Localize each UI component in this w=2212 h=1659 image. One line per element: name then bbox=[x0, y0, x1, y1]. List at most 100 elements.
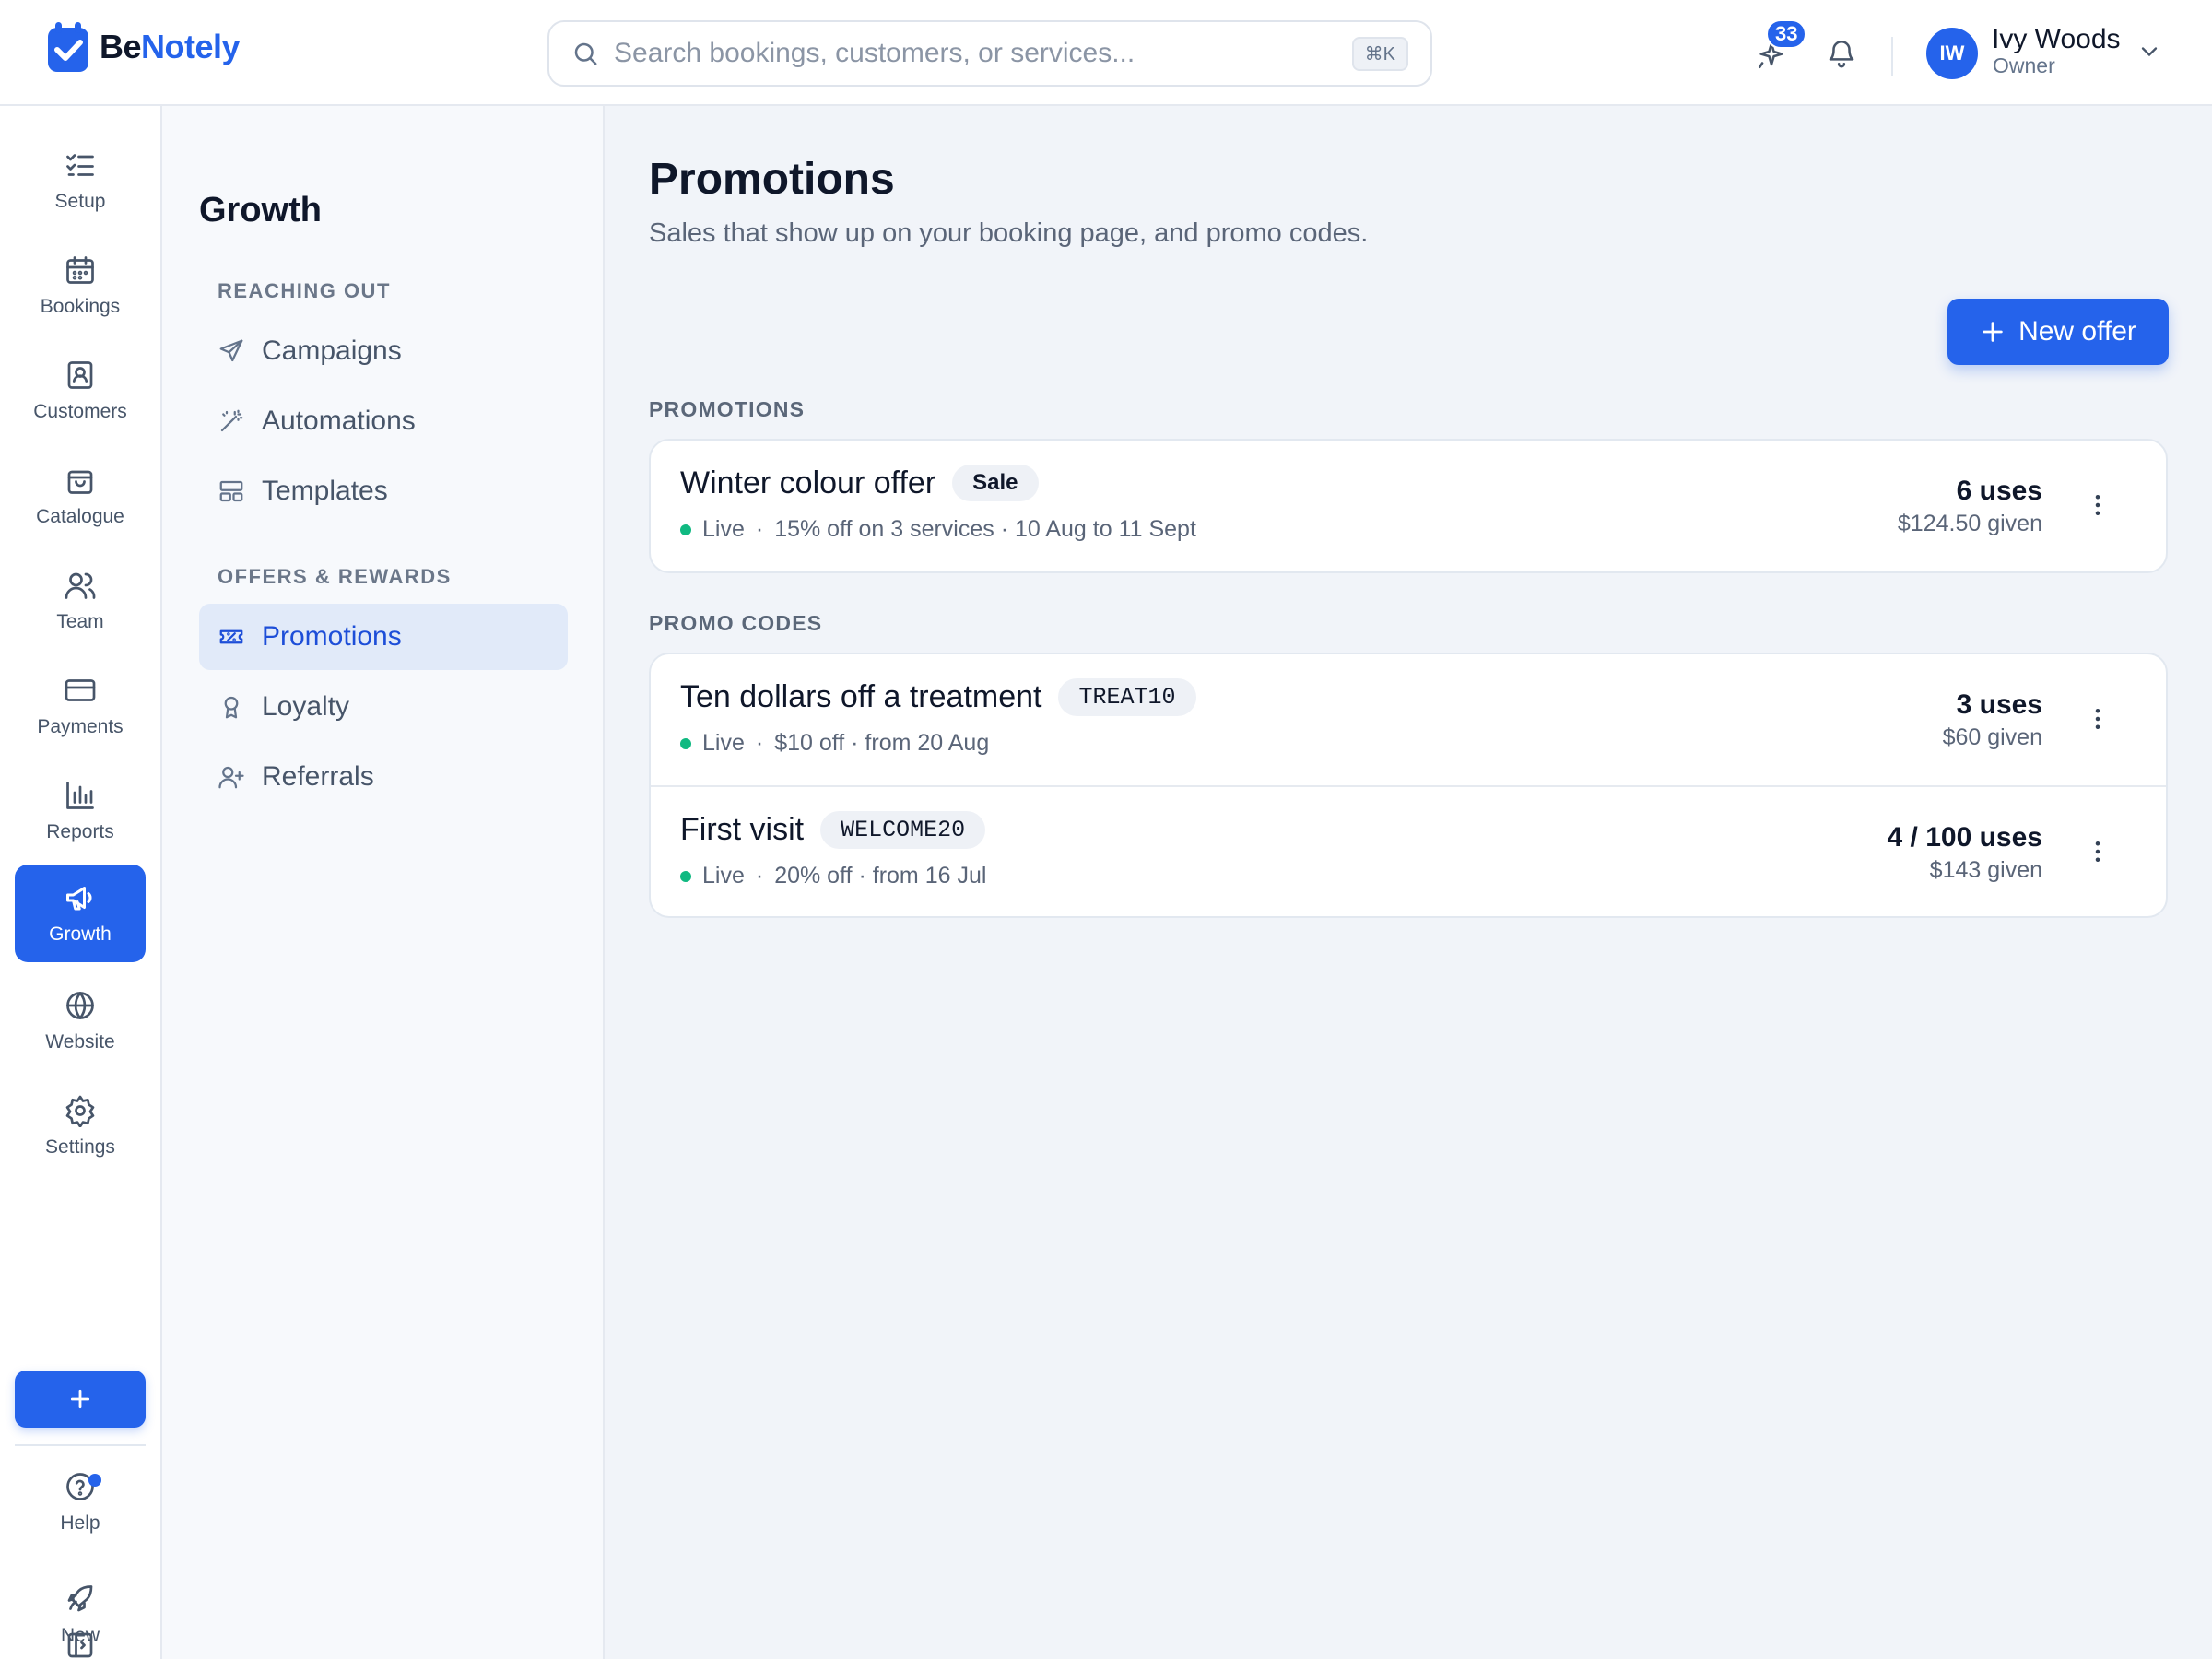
plus-icon bbox=[70, 1389, 90, 1409]
rail-item-setup[interactable]: Setup bbox=[15, 132, 146, 229]
group-label-offers-rewards: OFFERS & REWARDS bbox=[218, 565, 452, 588]
subnav-title: Growth bbox=[199, 191, 322, 229]
bar-chart-icon bbox=[66, 782, 94, 809]
sidebar-toggle-icon bbox=[67, 1632, 93, 1658]
promo-code-details: 20% off · from 16 Jul bbox=[774, 863, 987, 888]
ticket-icon bbox=[219, 629, 243, 644]
promo-code-row[interactable]: Ten dollars off a treatment TREAT10 Live… bbox=[651, 654, 2166, 785]
rail-item-label: Catalogue bbox=[36, 506, 124, 527]
promo-codes-card: Ten dollars off a treatment TREAT10 Live… bbox=[649, 653, 2168, 918]
rail-item-label: Reports bbox=[46, 821, 114, 842]
subnav-item-templates[interactable]: Templates bbox=[199, 458, 568, 524]
rail-item-label: Growth bbox=[49, 924, 112, 945]
subnav-item-promotions[interactable]: Promotions bbox=[199, 604, 568, 670]
promotion-given: $124.50 given bbox=[1897, 511, 2042, 536]
credit-card-icon bbox=[65, 679, 96, 701]
main-content: Promotions Sales that show up on your bo… bbox=[605, 106, 2212, 1659]
main-nav-rail: Setup Bookings Customers Catalogue Team … bbox=[0, 106, 162, 1659]
search-bar[interactable]: ⌘K bbox=[547, 20, 1432, 87]
subnav-item-label: Loyalty bbox=[262, 691, 350, 722]
rail-item-team[interactable]: Team bbox=[15, 552, 146, 650]
rail-item-label: Setup bbox=[54, 191, 106, 212]
rail-item-bookings[interactable]: Bookings bbox=[15, 237, 146, 335]
quick-add-button[interactable] bbox=[15, 1371, 146, 1428]
row-more-button[interactable] bbox=[2079, 833, 2116, 870]
section-label-promotions: PROMOTIONS bbox=[649, 397, 806, 421]
user-name[interactable]: Ivy Woods bbox=[1992, 24, 2121, 55]
bell-icon bbox=[1829, 41, 1854, 68]
promo-code-badge: WELCOME20 bbox=[820, 811, 986, 849]
rail-item-settings[interactable]: Settings bbox=[15, 1077, 146, 1175]
promotion-uses: 6 uses bbox=[1956, 476, 2042, 506]
brand-logo[interactable]: BeNotely bbox=[46, 20, 241, 74]
rail-item-label: Payments bbox=[37, 716, 124, 737]
rail-item-reports[interactable]: Reports bbox=[15, 762, 146, 860]
users-icon bbox=[65, 572, 96, 599]
search-icon bbox=[574, 42, 597, 65]
promotions-card: Winter colour offer Sale Live · 15% off … bbox=[649, 439, 2168, 573]
promo-code-uses: 3 uses bbox=[1956, 689, 2042, 720]
logo-text: BeNotely bbox=[100, 28, 241, 65]
rail-item-label: Help bbox=[60, 1512, 100, 1534]
promotion-type-badge: Sale bbox=[952, 465, 1039, 501]
rail-item-label: Team bbox=[56, 611, 104, 632]
user-avatar[interactable]: IW bbox=[1926, 28, 1978, 79]
rocket-icon bbox=[67, 1585, 93, 1612]
promo-code-status: Live bbox=[702, 863, 745, 888]
rail-item-payments[interactable]: Payments bbox=[15, 657, 146, 755]
promo-code-row[interactable]: First visit WELCOME20 Live · 20% off · f… bbox=[651, 785, 2166, 916]
globe-icon bbox=[66, 992, 94, 1019]
notifications-button[interactable] bbox=[1818, 29, 1865, 77]
logo-icon bbox=[48, 22, 88, 72]
more-vertical-icon bbox=[2095, 709, 2100, 729]
promotion-title: Winter colour offer bbox=[680, 465, 936, 500]
user-plus-icon bbox=[218, 766, 244, 789]
header-divider bbox=[1891, 37, 1893, 76]
live-status-dot bbox=[680, 737, 691, 749]
live-status-dot bbox=[680, 870, 691, 882]
meta-separator: · bbox=[755, 863, 764, 888]
bag-icon bbox=[67, 470, 93, 494]
collapse-sidebar-button[interactable] bbox=[15, 1618, 146, 1659]
send-icon bbox=[219, 339, 243, 362]
promo-code-uses: 4 / 100 uses bbox=[1887, 822, 2042, 853]
new-offer-button[interactable]: New offer bbox=[1947, 299, 2169, 365]
new-indicator-dot bbox=[88, 1474, 101, 1487]
rail-item-catalogue[interactable]: Catalogue bbox=[15, 447, 146, 545]
rail-item-help[interactable]: Help bbox=[15, 1453, 146, 1551]
subnav-item-label: Campaigns bbox=[262, 335, 402, 366]
rail-item-customers[interactable]: Customers bbox=[15, 342, 146, 440]
rail-divider bbox=[15, 1444, 146, 1446]
subnav-item-automations[interactable]: Automations bbox=[199, 388, 568, 454]
meta-separator: · bbox=[755, 516, 764, 542]
award-icon bbox=[224, 696, 239, 719]
rail-item-growth[interactable]: Growth bbox=[15, 865, 146, 962]
rail-item-website[interactable]: Website bbox=[15, 972, 146, 1070]
page-title: Promotions bbox=[649, 155, 895, 204]
subnav-item-label: Templates bbox=[262, 476, 388, 506]
subnav-item-label: Automations bbox=[262, 406, 416, 436]
more-vertical-icon bbox=[2095, 495, 2100, 515]
subnav-item-campaigns[interactable]: Campaigns bbox=[199, 318, 568, 384]
promotion-row[interactable]: Winter colour offer Sale Live · 15% off … bbox=[651, 441, 2166, 571]
user-role: Owner bbox=[1993, 53, 2055, 77]
more-vertical-icon bbox=[2095, 841, 2100, 862]
whats-new-badge: 33 bbox=[1766, 19, 1807, 49]
chevron-down-icon[interactable] bbox=[2136, 39, 2162, 65]
row-more-button[interactable] bbox=[2079, 487, 2116, 524]
subnav-item-loyalty[interactable]: Loyalty bbox=[199, 674, 568, 740]
row-more-button[interactable] bbox=[2079, 700, 2116, 737]
magic-wand-icon bbox=[220, 409, 243, 432]
search-input[interactable] bbox=[614, 38, 1352, 69]
live-status-dot bbox=[680, 524, 691, 535]
checklist-icon bbox=[66, 154, 94, 176]
promotion-details: 15% off on 3 services · 10 Aug to 11 Sep… bbox=[774, 516, 1196, 542]
rail-item-label: Settings bbox=[45, 1136, 115, 1158]
promo-code-status: Live bbox=[702, 730, 745, 756]
subnav-item-referrals[interactable]: Referrals bbox=[199, 744, 568, 810]
rail-item-label: Website bbox=[45, 1031, 115, 1053]
subnav-item-label: Promotions bbox=[262, 621, 402, 652]
template-icon bbox=[219, 480, 243, 502]
gear-icon bbox=[65, 1095, 95, 1127]
promo-code-badge: TREAT10 bbox=[1058, 678, 1196, 716]
